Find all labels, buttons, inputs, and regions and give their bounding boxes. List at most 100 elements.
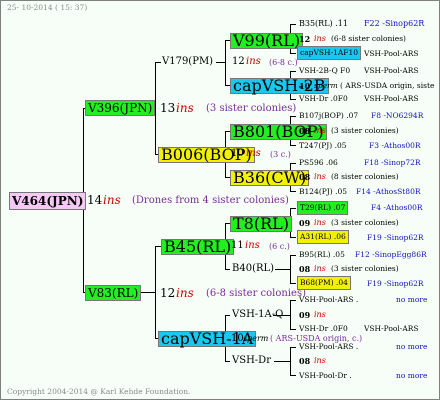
header-date: 25- 10-2014 ( 15: 37) [7, 3, 88, 12]
gen4-row-10-origin: F18 -Sinop72R [364, 158, 421, 167]
gen4-row-16-origin: F12 -SinopEgg86R [355, 250, 427, 259]
gen4-row-9[interactable]: T247(PJ) .05 [299, 139, 347, 153]
connector [290, 208, 296, 209]
gen4-row-19[interactable]: VSH-Pool-ARS . [299, 293, 358, 307]
gen4-row-9-origin: F3 -Athos00R [369, 141, 421, 150]
queen-b45-rl[interactable]: B45(RL) [161, 239, 235, 255]
connector [290, 237, 296, 238]
gen4-row-15[interactable]: A31(RL) .06 [297, 230, 349, 244]
queen-v179-pm[interactable]: V179(PM) [162, 55, 213, 69]
root-note: (Drones from 4 sister colonies) [132, 195, 289, 206]
queen-b801-bop[interactable]: B801(BOP) [230, 124, 327, 140]
connector [290, 255, 291, 284]
gen4-row-20-label: ins [314, 310, 326, 319]
gen4-row-14-ins: 09 [299, 218, 311, 228]
footer-copyright: Copyright 2004-2014 @ Karl Kehde Foundat… [7, 387, 191, 396]
root-inbreeding-value: 14 [87, 193, 103, 207]
connector [225, 315, 230, 316]
queen-vsh-1a-q[interactable]: VSH-1A-Q [232, 308, 283, 322]
gen4-row-3-origin: VSH-Pool-ARS [364, 49, 419, 58]
connector [225, 361, 230, 362]
gen4-row-12[interactable]: B124(PJ) .05 [299, 185, 347, 199]
pedigree-chart: 25- 10-2014 ( 15: 37) Copyright 2004-201… [0, 0, 440, 400]
connector [290, 347, 296, 348]
gen4-row-22-origin: no more [396, 342, 428, 351]
gen4-row-13[interactable]: T29(RL) .07 [297, 201, 349, 215]
gen4-row-1-origin: F22 -Sinop62R [364, 19, 425, 28]
gen2-a-note: (6-8 c.) [269, 58, 298, 67]
gen4-row-17-note: (3 sister colonies) [331, 264, 399, 273]
gen4-row-4[interactable]: VSH-2B-Q F0 [299, 64, 350, 78]
gen4-row-23-label: ins [314, 356, 326, 365]
gen1-upper-ins-label: ins [176, 101, 194, 115]
connector [290, 116, 296, 117]
gen4-row-18-origin: F19 -Sinop62R [367, 279, 424, 288]
gen2-b-note: (3 c.) [270, 150, 291, 159]
connector [155, 246, 156, 339]
gen4-row-8-ins: 08 [299, 126, 311, 136]
connector [155, 62, 161, 63]
gen2-c-note: (6 c.) [269, 242, 290, 251]
gen4-row-23-ins: 08 [299, 356, 311, 366]
gen1-lower-note: (6-8 sister colonies) [206, 288, 306, 299]
gen4-row-17-ins: 08 [299, 264, 311, 274]
connector [290, 99, 296, 100]
connector [290, 24, 296, 25]
connector [290, 255, 296, 256]
gen4-row-3[interactable]: capVSH-1AF10 [297, 46, 362, 60]
gen4-row-16[interactable]: B95(RL) .05 [299, 248, 345, 262]
connector [290, 145, 296, 146]
gen4-row-11-note: (8 sister colonies) [331, 172, 399, 181]
queen-b40-rl[interactable]: B40(RL) [232, 262, 274, 276]
queen-vsh-dr[interactable]: VSH-Dr [232, 354, 271, 368]
gen4-row-12-origin: F14 -AthosSt80R [356, 187, 421, 196]
gen4-row-14-label: ins [314, 218, 326, 227]
gen4-row-14-note: (3 sister colonies) [331, 218, 399, 227]
gen2-b-ins-label: ins [246, 148, 261, 159]
gen4-row-10[interactable]: PS596 .06 [299, 156, 338, 170]
gen4-row-5-ins: 10 [299, 81, 311, 91]
connector [290, 300, 291, 330]
connector [275, 269, 291, 270]
gen2-b-ins-value: 10 [231, 148, 244, 159]
gen2-a-ins-label: ins [246, 56, 261, 67]
gen4-row-1[interactable]: B35(RL) .11 [299, 17, 348, 31]
gen4-row-18[interactable]: B68(PM) .04 [297, 276, 351, 290]
gen4-row-6[interactable]: VSH-Dr .0F0 [299, 92, 348, 106]
gen4-row-21[interactable]: VSH-Dr .0F0 [299, 322, 348, 336]
root-queen[interactable]: V464(JPN) [9, 192, 87, 210]
gen4-row-2-note: (6-8 sister colonies) [331, 34, 406, 43]
queen-t8-rl[interactable]: T8(RL) [230, 216, 293, 232]
connector [290, 191, 296, 192]
gen2-d-ins-value: 10 [231, 333, 244, 344]
gen4-row-7-origin: F8 -NO6294R [371, 111, 424, 120]
connector [225, 40, 226, 86]
queen-v396-jpn[interactable]: V396(JPN) [85, 100, 156, 116]
gen4-row-8-label: ins [314, 126, 326, 135]
queen-v83-rl[interactable]: V83(RL) [85, 285, 142, 301]
queen-b36-cw[interactable]: B36(CW) [230, 170, 310, 186]
gen4-row-13-origin: F4 -Athos00R [371, 203, 423, 212]
gen4-row-24[interactable]: VSH-Pool-Dr . [299, 369, 352, 383]
connector [225, 269, 230, 270]
gen4-row-15-origin: F19 -Sinop62R [367, 233, 424, 242]
gen4-row-8-note: (3 sister colonies) [331, 126, 399, 135]
gen1-upper-note: (3 sister colonies) [206, 103, 297, 114]
gen4-row-11-ins: 08 [299, 172, 311, 182]
gen2-a-ins-value: 12 [232, 56, 245, 67]
gen4-row-7[interactable]: B107j(BOP) .07 [299, 109, 358, 123]
gen1-upper-ins-value: 13 [160, 101, 176, 115]
gen4-row-20-ins: 09 [299, 310, 311, 320]
gen4-row-2-label: ins [314, 34, 326, 43]
gen4-row-22[interactable]: VSH-Pool-ARS . [299, 340, 358, 354]
gen2-c-ins-value: 11 [231, 240, 244, 251]
connector [290, 283, 296, 284]
gen4-row-11-label: ins [314, 172, 326, 181]
connector [290, 375, 296, 376]
connector [290, 71, 296, 72]
gen4-row-5-note: ( ARS-USDA origin, siste [340, 81, 435, 90]
gen4-row-4-origin: VSH-Pool-ARS [364, 66, 419, 75]
queen-v99-rl[interactable]: V99(RL) [230, 33, 304, 49]
root-inbreeding-label: ins [103, 193, 121, 207]
gen2-d-ins-label: sperm [243, 334, 269, 343]
